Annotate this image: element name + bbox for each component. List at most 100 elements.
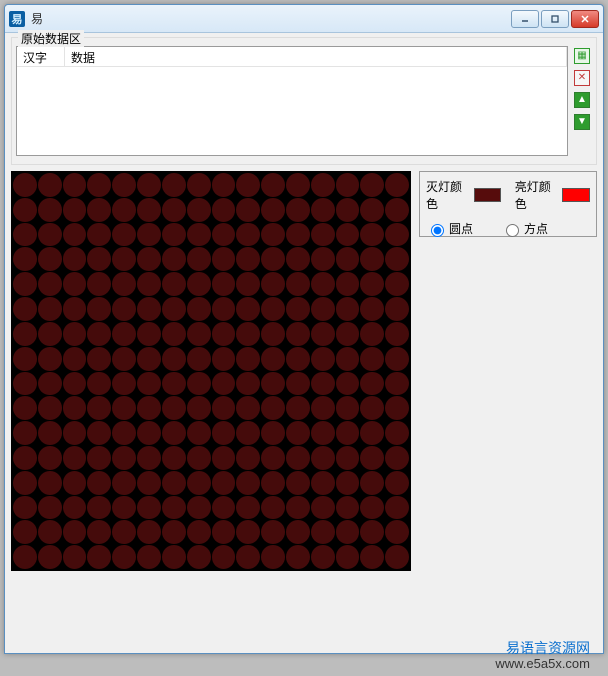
led-cell[interactable]	[336, 223, 360, 247]
led-cell[interactable]	[112, 396, 136, 420]
led-cell[interactable]	[336, 173, 360, 197]
led-cell[interactable]	[187, 471, 211, 495]
led-cell[interactable]	[212, 520, 236, 544]
led-cell[interactable]	[87, 496, 111, 520]
shape-square-radio[interactable]: 方点	[501, 220, 548, 237]
led-cell[interactable]	[236, 545, 260, 569]
led-cell[interactable]	[286, 421, 310, 445]
led-cell[interactable]	[385, 496, 409, 520]
led-cell[interactable]	[13, 372, 37, 396]
led-cell[interactable]	[385, 520, 409, 544]
led-cell[interactable]	[261, 272, 285, 296]
led-cell[interactable]	[13, 223, 37, 247]
led-cell[interactable]	[311, 421, 335, 445]
led-cell[interactable]	[212, 347, 236, 371]
led-cell[interactable]	[187, 520, 211, 544]
led-cell[interactable]	[13, 446, 37, 470]
led-cell[interactable]	[13, 471, 37, 495]
led-cell[interactable]	[385, 198, 409, 222]
led-cell[interactable]	[336, 496, 360, 520]
led-cell[interactable]	[187, 198, 211, 222]
led-cell[interactable]	[13, 347, 37, 371]
led-cell[interactable]	[137, 322, 161, 346]
led-cell[interactable]	[162, 272, 186, 296]
led-cell[interactable]	[385, 471, 409, 495]
led-cell[interactable]	[360, 520, 384, 544]
led-cell[interactable]	[360, 471, 384, 495]
led-cell[interactable]	[261, 198, 285, 222]
led-cell[interactable]	[261, 297, 285, 321]
led-cell[interactable]	[162, 223, 186, 247]
led-cell[interactable]	[63, 198, 87, 222]
led-cell[interactable]	[87, 421, 111, 445]
led-cell[interactable]	[385, 545, 409, 569]
led-cell[interactable]	[336, 322, 360, 346]
led-cell[interactable]	[336, 247, 360, 271]
led-cell[interactable]	[360, 272, 384, 296]
led-cell[interactable]	[286, 322, 310, 346]
shape-circle-radio[interactable]: 圆点	[426, 220, 473, 237]
led-cell[interactable]	[87, 198, 111, 222]
led-cell[interactable]	[336, 372, 360, 396]
led-cell[interactable]	[13, 198, 37, 222]
led-cell[interactable]	[137, 372, 161, 396]
led-cell[interactable]	[336, 471, 360, 495]
led-cell[interactable]	[13, 520, 37, 544]
led-matrix[interactable]	[11, 171, 411, 571]
led-cell[interactable]	[212, 446, 236, 470]
led-cell[interactable]	[38, 297, 62, 321]
led-cell[interactable]	[286, 545, 310, 569]
led-cell[interactable]	[385, 446, 409, 470]
led-cell[interactable]	[212, 396, 236, 420]
led-cell[interactable]	[286, 396, 310, 420]
led-cell[interactable]	[63, 322, 87, 346]
led-cell[interactable]	[336, 272, 360, 296]
led-cell[interactable]	[212, 372, 236, 396]
led-cell[interactable]	[212, 198, 236, 222]
led-cell[interactable]	[38, 347, 62, 371]
led-cell[interactable]	[13, 545, 37, 569]
led-cell[interactable]	[311, 496, 335, 520]
led-cell[interactable]	[87, 545, 111, 569]
led-cell[interactable]	[311, 372, 335, 396]
led-cell[interactable]	[13, 173, 37, 197]
led-cell[interactable]	[112, 347, 136, 371]
led-cell[interactable]	[13, 247, 37, 271]
led-cell[interactable]	[261, 247, 285, 271]
led-cell[interactable]	[385, 322, 409, 346]
led-cell[interactable]	[261, 372, 285, 396]
led-cell[interactable]	[385, 297, 409, 321]
led-cell[interactable]	[187, 396, 211, 420]
led-cell[interactable]	[162, 173, 186, 197]
led-cell[interactable]	[360, 297, 384, 321]
led-cell[interactable]	[63, 446, 87, 470]
led-cell[interactable]	[87, 272, 111, 296]
led-cell[interactable]	[63, 347, 87, 371]
led-cell[interactable]	[336, 347, 360, 371]
led-cell[interactable]	[360, 545, 384, 569]
led-cell[interactable]	[212, 272, 236, 296]
led-cell[interactable]	[286, 223, 310, 247]
led-cell[interactable]	[311, 198, 335, 222]
led-cell[interactable]	[286, 173, 310, 197]
led-cell[interactable]	[38, 396, 62, 420]
led-cell[interactable]	[385, 372, 409, 396]
led-cell[interactable]	[87, 223, 111, 247]
led-cell[interactable]	[87, 173, 111, 197]
led-cell[interactable]	[236, 198, 260, 222]
led-cell[interactable]	[38, 247, 62, 271]
led-cell[interactable]	[360, 496, 384, 520]
led-cell[interactable]	[162, 322, 186, 346]
led-cell[interactable]	[236, 297, 260, 321]
led-cell[interactable]	[63, 471, 87, 495]
led-cell[interactable]	[236, 347, 260, 371]
led-cell[interactable]	[336, 545, 360, 569]
led-cell[interactable]	[261, 173, 285, 197]
led-cell[interactable]	[187, 322, 211, 346]
led-cell[interactable]	[13, 396, 37, 420]
led-cell[interactable]	[261, 471, 285, 495]
led-cell[interactable]	[112, 496, 136, 520]
move-down-button[interactable]: ▼	[574, 114, 590, 130]
led-cell[interactable]	[360, 372, 384, 396]
led-cell[interactable]	[236, 372, 260, 396]
